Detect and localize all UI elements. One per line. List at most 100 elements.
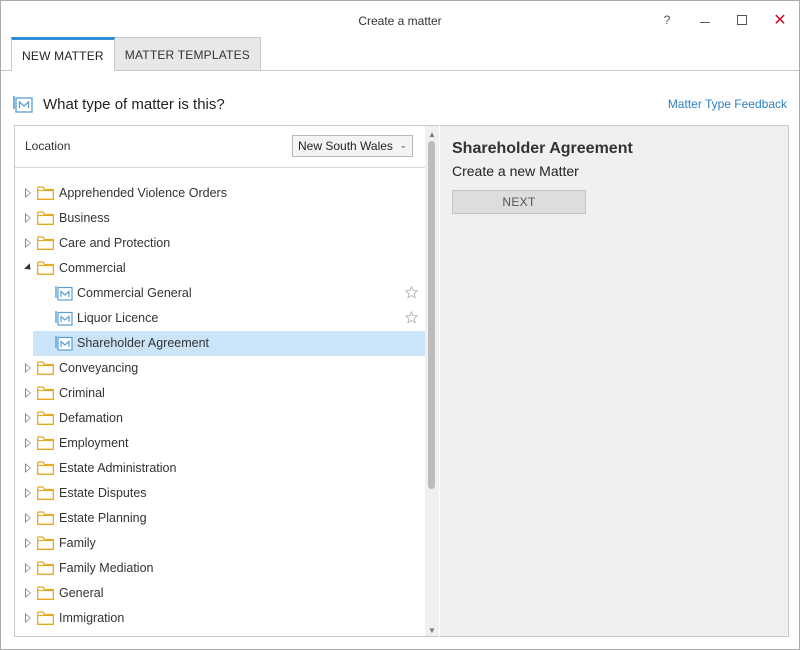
scroll-up-icon[interactable]: ▲ <box>428 130 436 139</box>
tree-folder-label: Apprehended Violence Orders <box>59 186 227 200</box>
detail-subtitle: Create a new Matter <box>452 163 579 179</box>
expand-icon[interactable] <box>23 437 33 449</box>
folder-icon <box>37 236 54 250</box>
tree-folder-label: Employment <box>59 436 129 450</box>
folder-icon <box>37 586 54 600</box>
tree-matter-type-row[interactable]: Liquor Licence <box>15 306 425 331</box>
tab-divider <box>1 70 799 71</box>
tree-scrollbar[interactable]: ▲ ▼ <box>425 126 439 636</box>
tree-folder-row[interactable]: Immigration <box>15 606 425 631</box>
matter-type-tree: Apprehended Violence Orders Business Care … <box>15 181 425 631</box>
folder-icon <box>37 536 54 550</box>
maximize-icon <box>737 15 747 25</box>
tree-folder-row[interactable]: Estate Planning <box>15 506 425 531</box>
tree-folder-label: Estate Administration <box>59 461 177 475</box>
page-heading: What type of matter is this? <box>13 93 225 115</box>
tree-folder-row[interactable]: Criminal <box>15 381 425 406</box>
tree-folder-row[interactable]: Estate Administration <box>15 456 425 481</box>
tree-folder-label: Immigration <box>59 611 125 625</box>
tree-matter-type-row[interactable]: Shareholder Agreement <box>33 331 425 356</box>
matter-type-tree-pane: Location New South Wales ⌄ Apprehended V… <box>14 125 439 637</box>
maximize-button[interactable] <box>728 9 756 31</box>
folder-icon <box>37 261 54 275</box>
expand-icon[interactable] <box>23 537 33 549</box>
tree-folder-label: Estate Planning <box>59 511 147 525</box>
tree-folder-row[interactable]: Business <box>15 206 425 231</box>
folder-icon <box>37 486 54 500</box>
close-button[interactable]: ✕ <box>766 9 794 31</box>
folder-icon <box>37 436 54 450</box>
next-button[interactable]: NEXT <box>452 190 586 214</box>
tree-folder-row[interactable]: Estate Disputes <box>15 481 425 506</box>
tree-folder-row[interactable]: Defamation <box>15 406 425 431</box>
expand-icon[interactable] <box>23 387 33 399</box>
folder-icon <box>37 461 54 475</box>
tree-matter-type-row[interactable]: Commercial General <box>15 281 425 306</box>
folder-icon <box>37 511 54 525</box>
tree-folder-label: Conveyancing <box>59 361 139 375</box>
chevron-down-icon: ⌄ <box>399 140 407 150</box>
tree-matter-type-label: Liquor Licence <box>77 311 159 325</box>
folder-icon <box>37 611 54 625</box>
tree-folder-label: Commercial <box>59 261 126 275</box>
matter-type-feedback-link[interactable]: Matter Type Feedback <box>668 97 787 111</box>
folder-icon <box>37 361 54 375</box>
folder-icon <box>37 186 54 200</box>
tree-folder-row[interactable]: Apprehended Violence Orders <box>15 181 425 206</box>
expand-icon[interactable] <box>23 212 33 224</box>
folder-icon <box>37 561 54 575</box>
tree-folder-row[interactable]: Commercial <box>15 256 425 281</box>
tree-folder-row[interactable]: Employment <box>15 431 425 456</box>
tree-folder-row[interactable]: Family Mediation <box>15 556 425 581</box>
tree-folder-label: Family <box>59 536 96 550</box>
matter-detail-pane: Shareholder Agreement Create a new Matte… <box>440 125 789 637</box>
tree-folder-row[interactable]: General <box>15 581 425 606</box>
expand-icon[interactable] <box>23 462 33 474</box>
tree-folder-label: General <box>59 586 104 600</box>
detail-title: Shareholder Agreement <box>452 140 633 157</box>
tree-folder-row[interactable]: Care and Protection <box>15 231 425 256</box>
tree-folder-row[interactable]: Conveyancing <box>15 356 425 381</box>
favorite-star-icon[interactable] <box>404 310 419 324</box>
matter-type-icon <box>55 310 73 326</box>
expand-icon[interactable] <box>23 187 33 199</box>
expand-icon[interactable] <box>23 612 33 624</box>
tree-folder-label: Business <box>59 211 110 225</box>
matter-icon <box>13 95 33 113</box>
folder-icon <box>37 211 54 225</box>
collapse-icon[interactable] <box>23 262 34 274</box>
matter-type-icon <box>55 335 73 351</box>
scrollbar-thumb[interactable] <box>428 141 435 489</box>
tab-bar: NEW MATTER MATTER TEMPLATES <box>11 37 261 71</box>
tree-matter-type-label: Shareholder Agreement <box>77 336 210 350</box>
matter-type-icon <box>55 285 73 301</box>
tab-matter-templates[interactable]: MATTER TEMPLATES <box>113 37 261 71</box>
scroll-down-icon[interactable]: ▼ <box>428 626 436 635</box>
help-button[interactable]: ? <box>653 9 681 31</box>
create-matter-window: Create a matter ? ✕ NEW MATTER MATTER TE… <box>0 0 800 650</box>
minimize-button[interactable] <box>691 9 719 31</box>
tree-folder-row[interactable]: Family <box>15 531 425 556</box>
tree-folder-label: Estate Disputes <box>59 486 147 500</box>
tab-new-matter[interactable]: NEW MATTER <box>11 37 115 71</box>
folder-icon <box>37 411 54 425</box>
expand-icon[interactable] <box>23 512 33 524</box>
location-select-value: New South Wales <box>298 139 393 153</box>
favorite-star-icon[interactable] <box>404 285 419 299</box>
expand-icon[interactable] <box>23 362 33 374</box>
expand-icon[interactable] <box>23 412 33 424</box>
location-row: Location New South Wales ⌄ <box>15 126 425 168</box>
expand-icon[interactable] <box>23 237 33 249</box>
expand-icon[interactable] <box>23 587 33 599</box>
tree-folder-label: Care and Protection <box>59 236 171 250</box>
expand-icon[interactable] <box>23 562 33 574</box>
tree-folder-label: Family Mediation <box>59 561 154 575</box>
page-title: What type of matter is this? <box>43 95 225 113</box>
minimize-icon <box>700 21 710 23</box>
location-label: Location <box>25 139 71 153</box>
location-select[interactable]: New South Wales ⌄ <box>292 135 413 157</box>
title-bar: Create a matter ? ✕ <box>1 1 799 37</box>
folder-icon <box>37 386 54 400</box>
expand-icon[interactable] <box>23 487 33 499</box>
tree-matter-type-label: Commercial General <box>77 286 192 300</box>
